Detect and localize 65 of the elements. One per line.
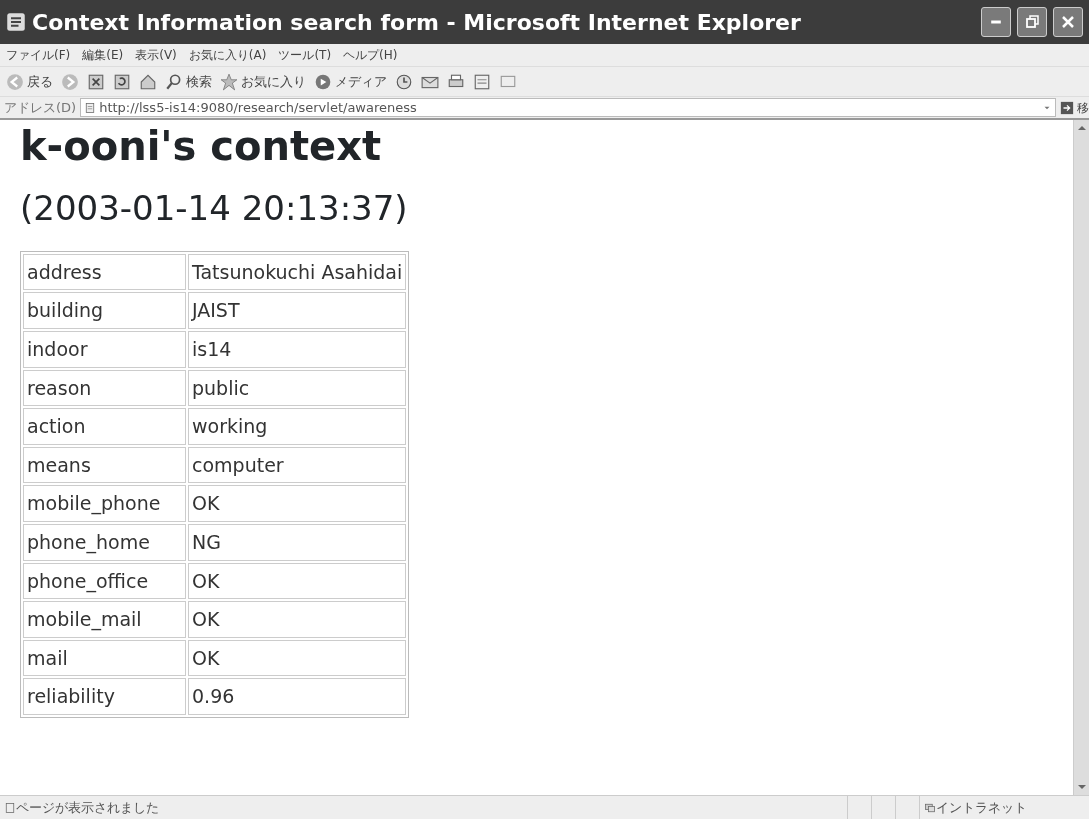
- search-icon: [165, 72, 183, 91]
- table-cell: mail: [23, 639, 186, 677]
- close-icon: [1060, 14, 1076, 30]
- table-cell: public: [188, 369, 407, 407]
- menu-item[interactable]: 表示(V): [135, 46, 177, 64]
- stop-icon: [87, 72, 105, 91]
- table-cell: OK: [188, 562, 407, 600]
- go-button[interactable]: 移: [1060, 98, 1089, 117]
- media-button[interactable]: メディア: [314, 71, 387, 92]
- window-title: Context Information search form - Microsoft Internet Explorer: [32, 8, 802, 37]
- table-cell: Tatsunokuchi Asahidai: [188, 253, 407, 291]
- star-icon: [220, 72, 238, 91]
- menu-item[interactable]: お気に入り(A): [188, 46, 267, 64]
- minimize-icon: [990, 20, 1002, 24]
- close-button[interactable]: [1053, 7, 1083, 37]
- table-cell: OK: [188, 639, 407, 677]
- edit-button[interactable]: [473, 72, 491, 91]
- table-cell: JAIST: [188, 292, 407, 329]
- minimize-button[interactable]: [981, 7, 1011, 37]
- table-cell: OK: [188, 601, 407, 638]
- table-cell: address: [23, 253, 186, 291]
- menu-item[interactable]: 編集(E): [82, 46, 124, 64]
- address-label: アドレス(D): [4, 98, 77, 117]
- back-button[interactable]: 戻る: [6, 71, 53, 92]
- table-cell: phone_office: [23, 562, 186, 600]
- table-cell: means: [23, 446, 186, 484]
- play-icon: [314, 72, 332, 91]
- browser-icon: [6, 12, 26, 32]
- history-button[interactable]: [395, 72, 413, 91]
- table-cell: action: [23, 408, 186, 445]
- timestamp: (2003-01-14 20:13:37): [20, 188, 409, 229]
- home-icon: [139, 72, 157, 91]
- restore-button[interactable]: [1017, 7, 1047, 37]
- page-icon: [84, 101, 97, 114]
- refresh-button[interactable]: [113, 72, 131, 91]
- intranet-icon: [924, 801, 936, 814]
- status-text: ページが表示されました: [16, 798, 159, 817]
- document-icon: [473, 72, 491, 91]
- table-cell: building: [23, 292, 186, 329]
- search-button[interactable]: 検索: [165, 71, 212, 92]
- menu-item[interactable]: ヘルプ(H): [343, 46, 398, 64]
- menu-item[interactable]: ツール(T): [278, 46, 332, 64]
- restore-icon: [1024, 14, 1040, 30]
- table-cell: mobile_mail: [23, 601, 186, 638]
- page-heading: k-ooni's context: [20, 122, 383, 170]
- table-cell: mobile_phone: [23, 485, 186, 522]
- table-cell: 0.96: [188, 678, 407, 715]
- table-cell: working: [188, 408, 407, 445]
- table-cell: NG: [188, 523, 407, 561]
- table-cell: reason: [23, 369, 186, 407]
- table-cell: computer: [188, 446, 407, 484]
- home-button[interactable]: [139, 72, 157, 91]
- table-cell: OK: [188, 485, 407, 522]
- refresh-icon: [113, 72, 131, 91]
- favorites-button[interactable]: お気に入り: [220, 71, 306, 92]
- menu-item[interactable]: ファイル(F): [6, 46, 71, 64]
- table-cell: reliability: [23, 678, 186, 715]
- table-cell: is14: [188, 331, 407, 368]
- stop-button[interactable]: [87, 72, 105, 91]
- scrollbar[interactable]: [1073, 120, 1089, 795]
- table-cell: phone_home: [23, 523, 186, 561]
- clock-icon: [395, 72, 413, 91]
- table-cell: indoor: [23, 331, 186, 368]
- page-icon: [4, 801, 16, 814]
- zone-text: イントラネット: [936, 798, 1027, 817]
